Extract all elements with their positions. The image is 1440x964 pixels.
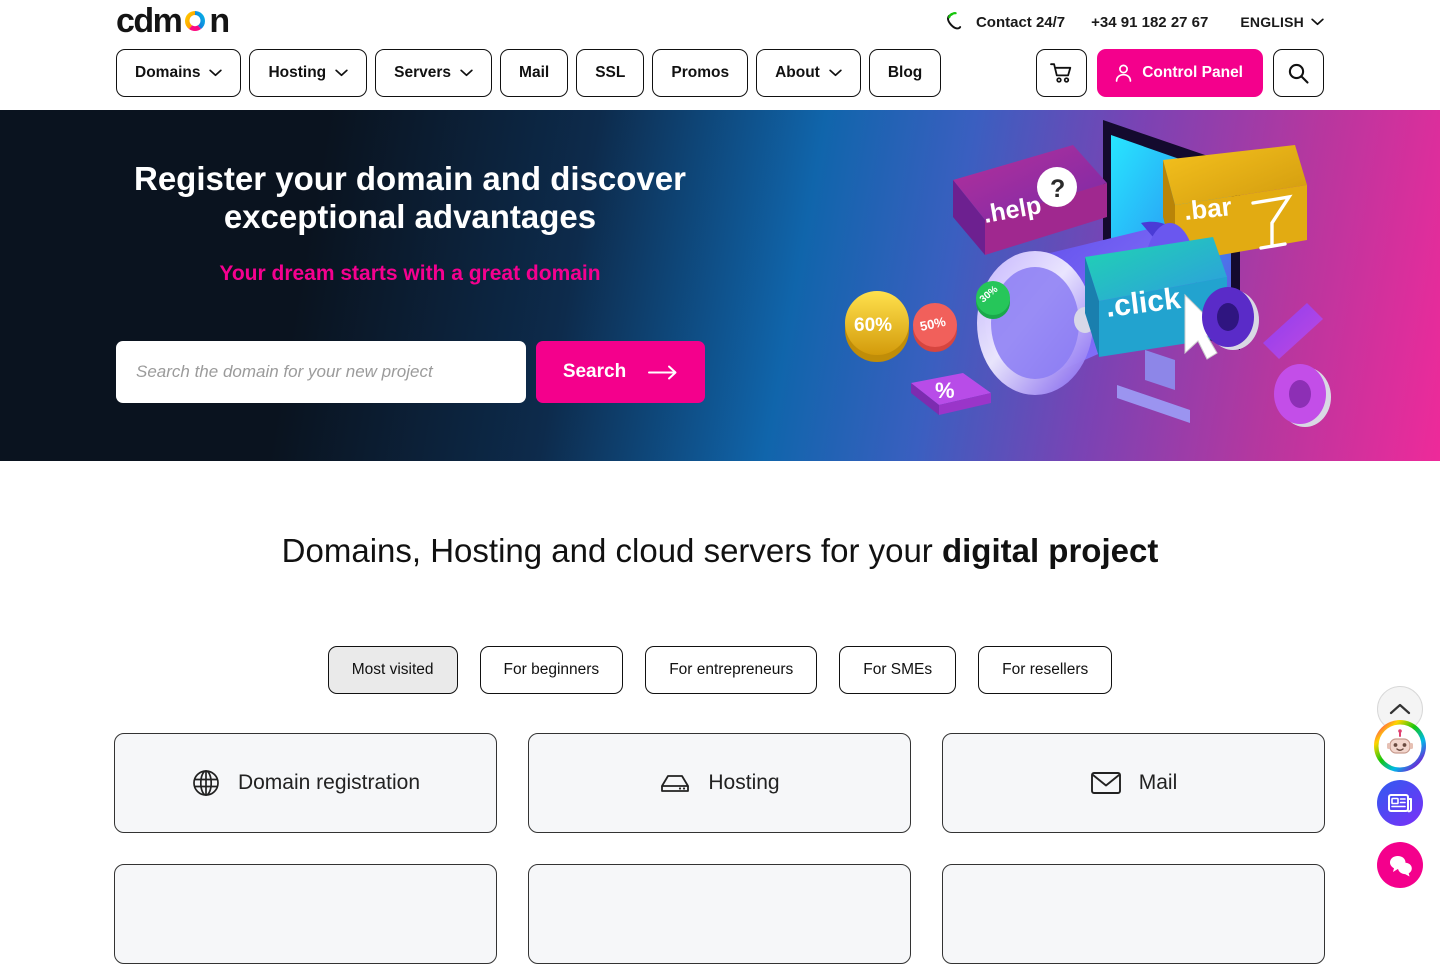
card-label: Mail — [1138, 771, 1178, 794]
chevron-up-icon — [1389, 703, 1411, 715]
hero-heading: Register your domain and discover except… — [134, 160, 686, 235]
chevron-down-icon — [335, 69, 348, 77]
svg-text:?: ? — [1050, 175, 1065, 203]
page-title-emphasis: digital project — [941, 532, 1159, 569]
site-logo[interactable]: cdm n — [116, 2, 230, 40]
phone-call-icon — [942, 9, 968, 35]
nav-item-label: Blog — [887, 64, 923, 81]
domain-search-button-label: Search — [562, 361, 627, 382]
nav-item-about[interactable]: About — [756, 49, 861, 97]
robot-assistant-avatar-icon — [1374, 720, 1426, 772]
user-icon — [1115, 64, 1132, 82]
service-card-grid: Domain registration Hosting Mail — [114, 733, 1326, 964]
tab-label: For resellers — [1002, 661, 1089, 678]
newspaper-icon — [1388, 794, 1412, 813]
domain-search-input[interactable] — [116, 341, 526, 403]
server-icon — [661, 775, 690, 792]
news-widget-button[interactable] — [1377, 780, 1423, 826]
card-label: Hosting — [708, 771, 780, 794]
language-selector[interactable]: ENGLISH — [1240, 14, 1324, 30]
search-button[interactable] — [1273, 49, 1324, 97]
cart-button[interactable] — [1036, 49, 1088, 97]
nav-item-label: SSL — [595, 64, 626, 81]
main-navigation: Domains Hosting Servers Mail SSL Promos … — [116, 49, 942, 97]
tab-for-beginners[interactable]: For beginners — [479, 646, 624, 694]
nav-item-domains[interactable]: Domains — [116, 49, 242, 97]
language-label: ENGLISH — [1240, 14, 1304, 30]
contact-phone-number[interactable]: +34 91 182 27 67 — [1091, 14, 1208, 31]
svg-text:%: % — [935, 378, 955, 403]
tab-most-visited[interactable]: Most visited — [327, 646, 458, 694]
card-row2-slot1[interactable] — [114, 864, 497, 964]
card-hosting[interactable]: Hosting — [528, 733, 911, 833]
nav-item-blog[interactable]: Blog — [868, 49, 942, 97]
nav-item-label: About — [775, 64, 820, 81]
help-tag: .help ? — [953, 145, 1107, 255]
search-icon — [1288, 63, 1309, 84]
logo-text-after: n — [209, 2, 230, 40]
nav-item-label: Mail — [519, 64, 550, 81]
chevron-down-icon — [1311, 18, 1324, 26]
audience-filter-tabs: Most visited For beginners For entrepren… — [0, 646, 1440, 694]
tab-label: Most visited — [351, 661, 434, 678]
arrow-right-icon — [648, 365, 677, 379]
percent-card: % — [911, 373, 991, 415]
svg-text:60%: 60% — [854, 315, 892, 336]
control-panel-button[interactable]: Control Panel — [1097, 49, 1263, 97]
chevron-down-icon — [209, 69, 223, 77]
logo-text-before: cdm — [116, 2, 183, 40]
card-domain-registration[interactable]: Domain registration — [114, 733, 497, 833]
hero-copy: Register your domain and discover except… — [116, 160, 716, 286]
contact-label: Contact 24/7 — [975, 13, 1066, 31]
envelope-icon — [1090, 772, 1121, 794]
globe-icon — [193, 770, 219, 796]
virtual-assistant-button[interactable] — [1374, 720, 1426, 772]
card-mail[interactable]: Mail — [942, 733, 1325, 833]
nav-item-servers[interactable]: Servers — [375, 49, 493, 97]
chat-widget-button[interactable] — [1377, 842, 1423, 888]
hero-illustration: .help ? .bar .click 60% 50% 30% % — [845, 110, 1345, 461]
tab-for-smes[interactable]: For SMEs — [839, 646, 957, 694]
domain-search-button[interactable]: Search — [536, 341, 705, 403]
control-panel-label: Control Panel — [1142, 64, 1243, 81]
nav-item-label: Hosting — [268, 64, 327, 81]
click-tag: .click — [1085, 237, 1227, 360]
header-actions: Control Panel — [1036, 49, 1324, 97]
site-header: cdm n Contact 24/7 +34 91 182 27 67 ENGL… — [0, 0, 1440, 110]
tab-label: For SMEs — [863, 661, 933, 678]
nav-item-mail[interactable]: Mail — [500, 49, 569, 97]
tab-for-resellers[interactable]: For resellers — [978, 646, 1113, 694]
big-percent-symbol — [1202, 287, 1331, 427]
nav-item-ssl[interactable]: SSL — [576, 49, 645, 97]
chat-bubbles-icon — [1390, 856, 1412, 877]
chevron-down-icon — [460, 69, 473, 77]
svg-text:.bar: .bar — [1182, 191, 1233, 226]
tab-label: For entrepreneurs — [669, 661, 794, 678]
nav-item-label: Promos — [671, 64, 730, 81]
logo-colored-o-icon — [182, 8, 208, 34]
card-row2-slot2[interactable] — [528, 864, 911, 964]
nav-item-hosting[interactable]: Hosting — [249, 49, 368, 97]
domain-search-form: Search — [116, 341, 705, 403]
hero-subheading: Your dream starts with a great domain — [219, 262, 601, 285]
page-title: Domains, Hosting and cloud servers for y… — [0, 528, 1440, 574]
tab-label: For beginners — [503, 661, 600, 678]
nav-item-label: Domains — [135, 64, 201, 81]
card-row2-slot3[interactable] — [942, 864, 1325, 964]
nav-item-label: Servers — [394, 64, 452, 81]
page-title-normal: Domains, Hosting and cloud servers for y… — [281, 532, 942, 569]
chevron-down-icon — [829, 69, 842, 77]
hero-banner: Register your domain and discover except… — [0, 110, 1440, 461]
nav-item-promos[interactable]: Promos — [652, 49, 749, 97]
card-label: Domain registration — [237, 771, 421, 794]
tab-for-entrepreneurs[interactable]: For entrepreneurs — [645, 646, 818, 694]
utility-bar: Contact 24/7 +34 91 182 27 67 ENGLISH — [942, 8, 1324, 36]
shopping-cart-icon — [1050, 63, 1072, 83]
logo-text: cdm n — [116, 2, 230, 40]
